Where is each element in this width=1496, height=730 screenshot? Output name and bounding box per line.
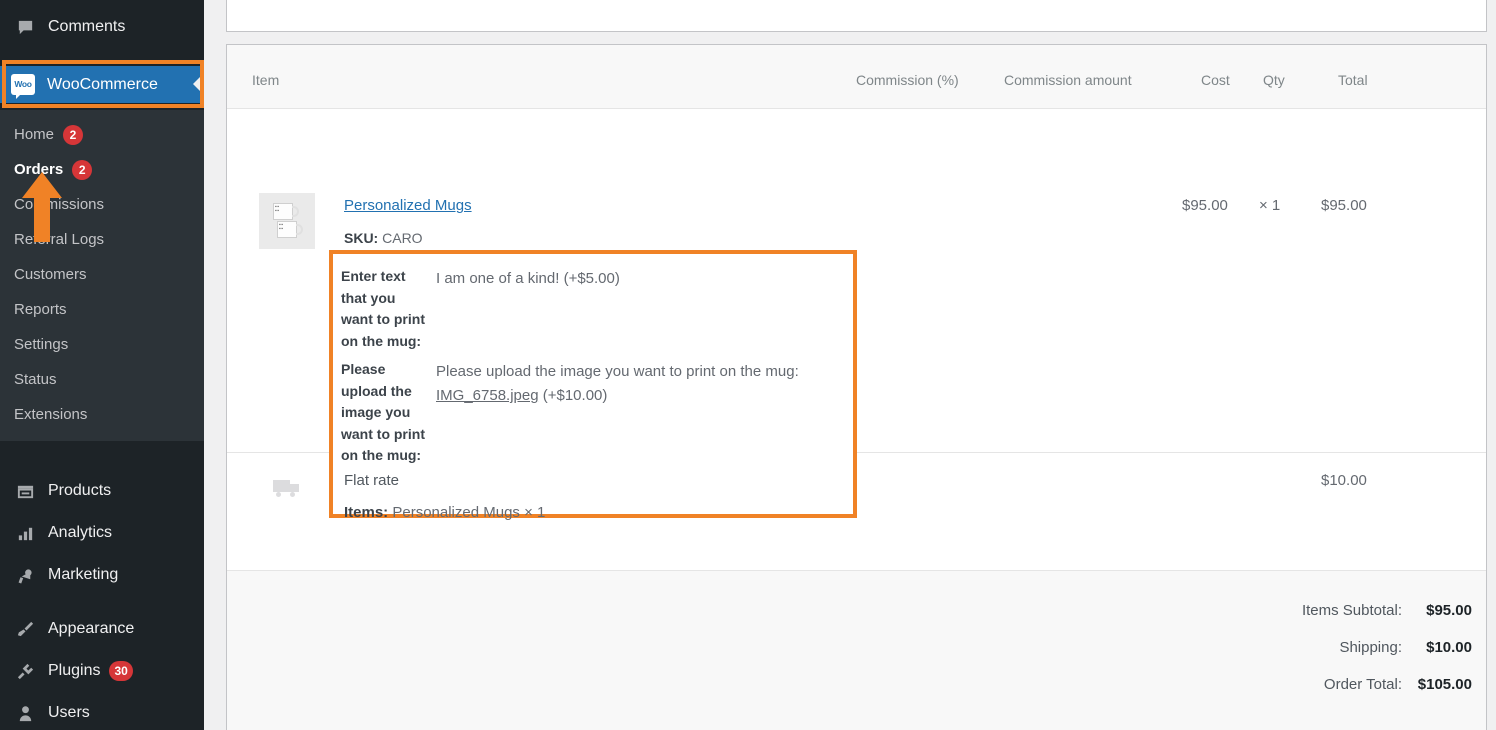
sidebar-item-label: Users bbox=[48, 704, 90, 721]
sidebar-item-label: Customers bbox=[14, 266, 87, 283]
shipping-items-label: Items: bbox=[344, 504, 389, 521]
column-header-item: Item bbox=[252, 72, 280, 88]
sku-value: CARO bbox=[382, 230, 423, 246]
comments-icon bbox=[13, 18, 37, 37]
order-items-table-header: Item Commission (%) Commission amount Co… bbox=[227, 45, 1486, 109]
sidebar-item-status[interactable]: Status bbox=[0, 362, 204, 397]
total-row-items-subtotal: Items Subtotal: $95.00 bbox=[1162, 602, 1472, 639]
sidebar-item-commissions[interactable]: Commissions bbox=[0, 187, 204, 222]
total-label: Shipping: bbox=[1339, 639, 1402, 656]
table-row: ▪▪ ▪▪ ▪▪ ▪▪ Personalized Mugs SKU: CARO En… bbox=[227, 109, 1486, 518]
sidebar-item-label: WooCommerce bbox=[47, 75, 158, 93]
shipping-items: Items: Personalized Mugs × 1 bbox=[344, 504, 545, 521]
sidebar-item-orders[interactable]: Orders 2 bbox=[0, 152, 204, 187]
total-value: $10.00 bbox=[1426, 639, 1472, 656]
sidebar-item-label: Appearance bbox=[48, 620, 135, 637]
sidebar-item-settings[interactable]: Settings bbox=[0, 327, 204, 362]
sidebar-item-label: Referral Logs bbox=[14, 231, 105, 248]
sidebar-item-label: Products bbox=[48, 482, 112, 499]
meta-value: I am one of a kind! (+$5.00) bbox=[436, 270, 620, 287]
order-items-panel: Item Commission (%) Commission amount Co… bbox=[226, 44, 1487, 730]
sidebar-item-products[interactable]: Products bbox=[0, 470, 204, 512]
column-header-commission-amount: Commission amount bbox=[1004, 72, 1132, 88]
sidebar-item-label: Marketing bbox=[48, 566, 119, 583]
column-header-total: Total bbox=[1338, 72, 1368, 88]
sidebar-item-label: Reports bbox=[14, 301, 67, 318]
previous-panel-fragment bbox=[226, 0, 1487, 32]
column-header-cost: Cost bbox=[1201, 72, 1230, 88]
users-person-icon bbox=[13, 704, 37, 723]
sidebar-item-plugins[interactable]: Plugins 30 bbox=[0, 650, 204, 692]
product-thumbnail[interactable]: ▪▪ ▪▪ ▪▪ ▪▪ bbox=[259, 193, 315, 249]
shipping-items-value: Personalized Mugs × 1 bbox=[392, 504, 546, 521]
sidebar-item-woocommerce[interactable]: Woo WooCommerce bbox=[0, 66, 204, 103]
sidebar-item-appearance[interactable]: Appearance bbox=[0, 608, 204, 650]
total-value: $95.00 bbox=[1426, 602, 1472, 619]
list-item: Please upload the image you want to prin… bbox=[341, 359, 851, 467]
sidebar-item-label: Orders bbox=[14, 161, 64, 178]
meta-key: Please upload the image you want to prin… bbox=[341, 361, 425, 463]
analytics-bar-chart-icon bbox=[13, 524, 37, 543]
uploaded-file-link[interactable]: IMG_6758.jpeg bbox=[436, 387, 539, 404]
meta-value: Please upload the image you want to prin… bbox=[436, 359, 799, 467]
status-badge: 2 bbox=[72, 159, 93, 180]
meta-value-price: (+$10.00) bbox=[538, 387, 608, 404]
cell-qty: × 1 bbox=[1259, 197, 1281, 214]
sidebar-item-home[interactable]: Home 2 bbox=[0, 117, 204, 152]
cell-total: $10.00 bbox=[1321, 472, 1367, 489]
appearance-brush-icon bbox=[13, 620, 37, 639]
sidebar-item-label: Analytics bbox=[48, 524, 113, 541]
sidebar-item-label: Comments bbox=[48, 18, 126, 35]
total-row-shipping: Shipping: $10.00 bbox=[1162, 639, 1472, 676]
sidebar-item-label: Status bbox=[14, 371, 57, 388]
status-badge: 30 bbox=[109, 661, 133, 681]
status-badge: 2 bbox=[63, 124, 84, 145]
sidebar-item-customers[interactable]: Customers bbox=[0, 257, 204, 292]
sidebar-item-label: Home bbox=[14, 126, 55, 143]
meta-value-text: Please upload the image you want to prin… bbox=[436, 363, 799, 380]
sidebar-item-users[interactable]: Users bbox=[0, 692, 204, 730]
product-sku: SKU: CARO bbox=[344, 230, 423, 246]
column-header-commission-percent: Commission (%) bbox=[856, 72, 959, 88]
product-name-link[interactable]: Personalized Mugs bbox=[344, 197, 472, 214]
shipping-method-name: Flat rate bbox=[344, 472, 400, 489]
admin-sidebar-menu: Comments Woo WooCommerce Home 2 Orders 2 bbox=[0, 0, 204, 730]
sidebar-item-reports[interactable]: Reports bbox=[0, 292, 204, 327]
admin-menu-lower-group: Products Analytics Marketing Appearance … bbox=[0, 470, 204, 730]
total-label: Order Total: bbox=[1323, 676, 1402, 693]
submenu-pointer-arrow-icon bbox=[193, 73, 204, 95]
sidebar-item-marketing[interactable]: Marketing bbox=[0, 554, 204, 596]
shipping-truck-icon bbox=[273, 480, 299, 498]
cell-total: $95.00 bbox=[1321, 197, 1367, 214]
column-header-qty: Qty bbox=[1263, 72, 1285, 88]
sidebar-item-label: Plugins bbox=[48, 662, 101, 679]
total-row-order-total: Order Total: $105.00 bbox=[1162, 676, 1472, 713]
plugins-plug-icon bbox=[13, 662, 37, 681]
table-row: Flat rate Items: Personalized Mugs × 1 $… bbox=[227, 453, 1486, 571]
marketing-megaphone-icon bbox=[13, 566, 37, 585]
woocommerce-submenu: Home 2 Orders 2 Commissions Referral Log… bbox=[0, 110, 204, 441]
cell-cost: $95.00 bbox=[1182, 197, 1228, 214]
order-totals-section: Items Subtotal: $95.00 Shipping: $10.00 … bbox=[227, 571, 1486, 730]
sku-label: SKU: bbox=[344, 230, 379, 246]
list-item: Enter text that you want to print on the… bbox=[341, 266, 851, 352]
woocommerce-order-edit-screen: Comments Woo WooCommerce Home 2 Orders 2 bbox=[0, 0, 1496, 730]
products-icon bbox=[13, 482, 37, 501]
sidebar-item-label: Settings bbox=[14, 336, 69, 353]
sidebar-item-analytics[interactable]: Analytics bbox=[0, 512, 204, 554]
sidebar-item-label: Extensions bbox=[14, 406, 88, 423]
main-content-area: Item Commission (%) Commission amount Co… bbox=[204, 0, 1496, 730]
menu-separator bbox=[0, 596, 204, 608]
item-meta-list: Enter text that you want to print on the… bbox=[341, 266, 851, 467]
sidebar-item-label: Commissions bbox=[14, 196, 105, 213]
total-label: Items Subtotal: bbox=[1301, 602, 1402, 619]
total-value: $105.00 bbox=[1417, 676, 1472, 693]
sidebar-item-referral-logs[interactable]: Referral Logs bbox=[0, 222, 204, 257]
woocommerce-logo-icon: Woo bbox=[11, 74, 35, 99]
meta-key: Enter text that you want to print on the… bbox=[341, 268, 425, 349]
sidebar-item-extensions[interactable]: Extensions bbox=[0, 397, 204, 432]
sidebar-item-comments[interactable]: Comments bbox=[0, 10, 204, 44]
